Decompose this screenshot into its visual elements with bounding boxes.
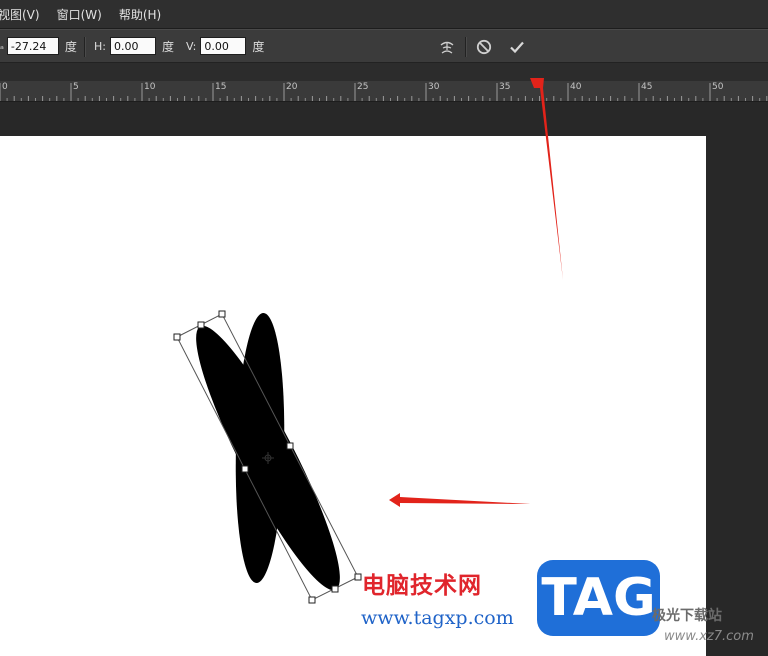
watermark-cn-text: 电脑技术网	[362, 573, 482, 599]
handle-left-middle	[241, 465, 249, 473]
handle-top-left	[173, 333, 181, 341]
annotation-arrow-up	[530, 78, 563, 280]
handle-bottom-left	[308, 596, 316, 604]
handle-right-middle	[286, 442, 294, 450]
handle-top-middle	[197, 321, 205, 329]
watermark-site-text: 极光下载站	[652, 608, 722, 624]
watermark-url: www.tagxp.com	[361, 607, 514, 629]
handle-bottom-right	[354, 573, 362, 581]
annotation-arrow-left	[389, 493, 531, 507]
handle-bottom-middle	[331, 585, 339, 593]
handle-top-right	[218, 310, 226, 318]
watermark-site-url: www.xz7.com	[664, 629, 754, 644]
tag-logo: TAG	[537, 560, 660, 636]
canvas-overlay	[173, 78, 563, 604]
